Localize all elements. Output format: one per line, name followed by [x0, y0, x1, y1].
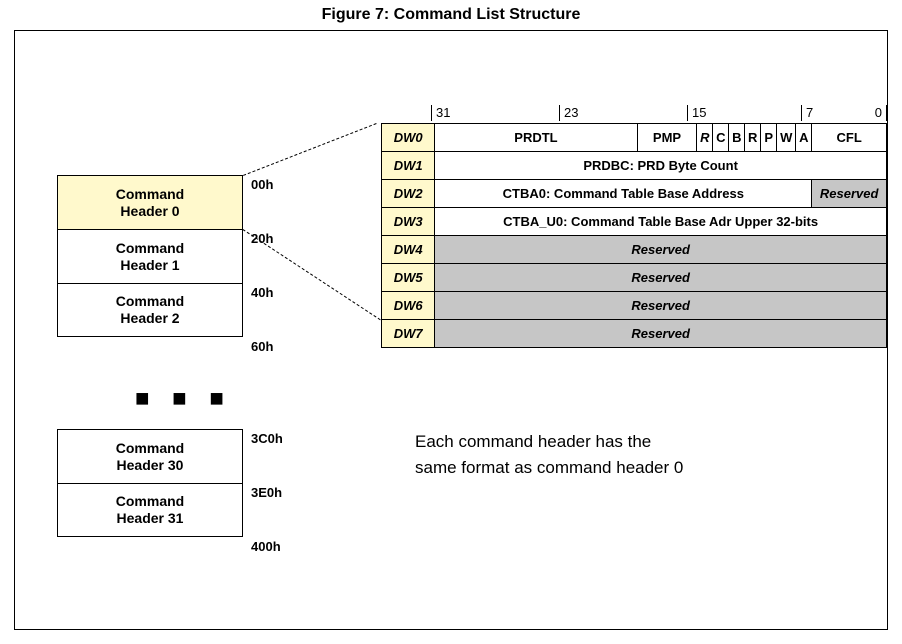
field-ctba0: CTBA0: Command Table Base Address: [435, 180, 812, 208]
hdr-line: Header 0: [120, 203, 179, 220]
dw-row-7: DW7 Reserved: [382, 320, 887, 348]
dw-label: DW2: [382, 180, 435, 208]
dw-label: DW7: [382, 320, 435, 348]
hdr-line: Command: [116, 493, 184, 510]
command-header-30: Command Header 30: [57, 429, 243, 483]
dw-row-3: DW3 CTBA_U0: Command Table Base Adr Uppe…: [382, 208, 887, 236]
field-reserved: Reserved: [435, 320, 887, 348]
offset-label: 00h: [251, 177, 273, 192]
bit-tick-23: 23: [559, 105, 578, 121]
hdr-line: Header 1: [120, 257, 179, 274]
dw-label: DW4: [382, 236, 435, 264]
field-C: C: [713, 124, 729, 152]
command-header-0: Command Header 0: [57, 175, 243, 229]
offset-label: 3C0h: [251, 431, 283, 446]
hdr-line: Header 30: [117, 457, 184, 474]
offset-label: 60h: [251, 339, 273, 354]
dw-label: DW6: [382, 292, 435, 320]
dw-label: DW5: [382, 264, 435, 292]
dw-row-2: DW2 CTBA0: Command Table Base Address Re…: [382, 180, 887, 208]
offset-label: 20h: [251, 231, 273, 246]
bit-tick-0: 0: [875, 105, 887, 121]
hdr-line: Command: [116, 293, 184, 310]
ellipsis: ■ ■ ■: [135, 385, 232, 413]
offset-label: 40h: [251, 285, 273, 300]
field-pmp: PMP: [637, 124, 697, 152]
note-text: Each command header has the same format …: [415, 429, 683, 480]
note-line: Each command header has the: [415, 429, 683, 455]
field-W: W: [777, 124, 796, 152]
hdr-line: Command: [116, 186, 184, 203]
bit-tick-7: 7: [801, 105, 813, 121]
field-prdtl: PRDTL: [435, 124, 637, 152]
command-header-31: Command Header 31: [57, 483, 243, 537]
connector-top: [243, 123, 377, 176]
field-R2: R: [745, 124, 761, 152]
field-A: A: [796, 124, 812, 152]
field-ctba-u0: CTBA_U0: Command Table Base Adr Upper 32…: [435, 208, 887, 236]
command-header-2: Command Header 2: [57, 283, 243, 337]
bit-tick-31: 31: [431, 105, 450, 121]
header-list-top: Command Header 0 Command Header 1 Comman…: [57, 175, 243, 337]
command-header-1: Command Header 1: [57, 229, 243, 283]
field-R: R: [697, 124, 713, 152]
dw-label: DW1: [382, 152, 435, 180]
bit-tick-15: 15: [687, 105, 706, 121]
dw-label: DW0: [382, 124, 435, 152]
dw-row-1: DW1 PRDBC: PRD Byte Count: [382, 152, 887, 180]
dw-row-0: DW0 PRDTL PMP R C B R P W A CFL: [382, 124, 887, 152]
field-reserved: Reserved: [435, 264, 887, 292]
header-list-bottom: Command Header 30 Command Header 31: [57, 429, 243, 537]
field-P: P: [761, 124, 777, 152]
field-reserved: Reserved: [435, 236, 887, 264]
hdr-line: Command: [116, 440, 184, 457]
note-line: same format as command header 0: [415, 455, 683, 481]
offset-label: 3E0h: [251, 485, 282, 500]
field-prdbc: PRDBC: PRD Byte Count: [435, 152, 887, 180]
bit-scale: 31 23 15 7 0: [431, 105, 887, 123]
hdr-line: Command: [116, 240, 184, 257]
field-cfl: CFL: [812, 124, 887, 152]
offset-label: 400h: [251, 539, 281, 554]
hdr-line: Header 2: [120, 310, 179, 327]
field-reserved: Reserved: [435, 292, 887, 320]
field-B: B: [729, 124, 745, 152]
dword-table: DW0 PRDTL PMP R C B R P W A CFL DW1 PRDB…: [381, 123, 887, 348]
dw-row-5: DW5 Reserved: [382, 264, 887, 292]
figure-title: Figure 7: Command List Structure: [0, 0, 902, 28]
field-reserved: Reserved: [812, 180, 887, 208]
dw-row-6: DW6 Reserved: [382, 292, 887, 320]
dw-row-4: DW4 Reserved: [382, 236, 887, 264]
diagram-frame: Command Header 0 Command Header 1 Comman…: [14, 30, 888, 630]
dw-label: DW3: [382, 208, 435, 236]
hdr-line: Header 31: [117, 510, 184, 527]
